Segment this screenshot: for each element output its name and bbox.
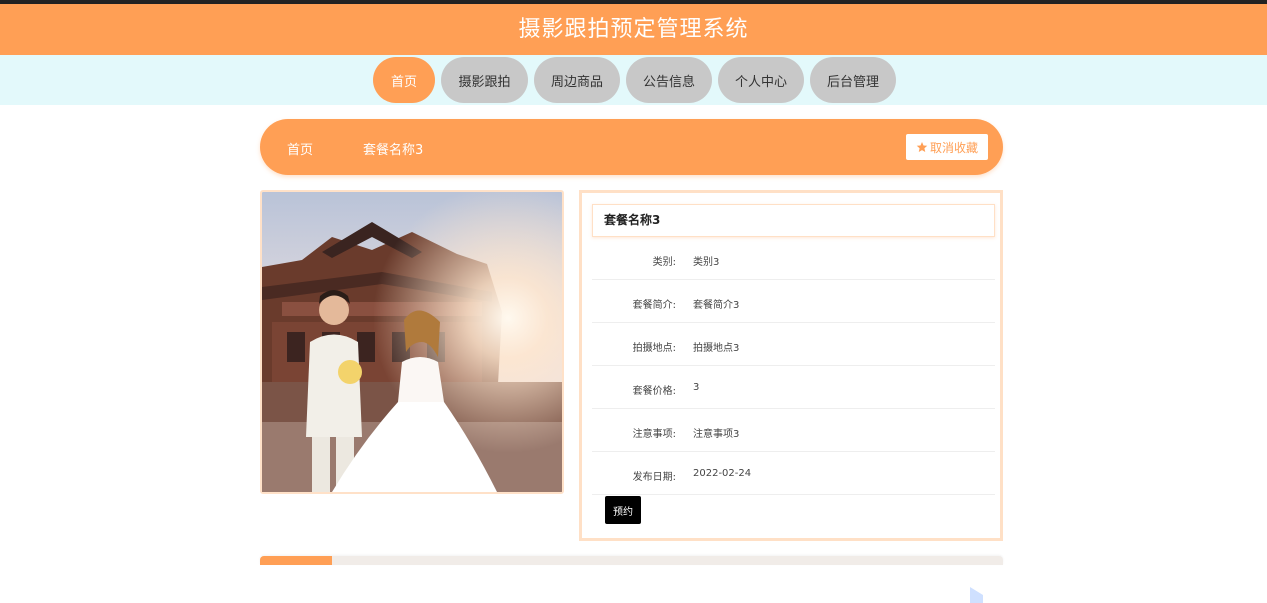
package-title: 套餐名称3 [592, 204, 995, 237]
site-title: 摄影跟拍预定管理系统 [518, 17, 749, 42]
nav-item-personal-center[interactable]: 个人中心 [718, 57, 804, 103]
star-icon [916, 142, 928, 152]
field-label: 拍摄地点: [632, 343, 676, 354]
field-label: 注意事项: [632, 429, 676, 440]
unfavorite-button[interactable]: 取消收藏 [906, 134, 988, 160]
detail-row-notes: 注意事项: 注意事项3 [592, 409, 995, 452]
package-photo [260, 190, 564, 494]
field-value: 类别3 [693, 257, 720, 268]
package-detail-panel: 套餐名称3 类别: 类别3 套餐简介: 套餐简介3 拍摄地点: 拍摄地点3 套餐… [579, 190, 1003, 541]
corner-fold-icon [970, 587, 983, 603]
unfavorite-label: 取消收藏 [929, 140, 978, 155]
nav-item-admin[interactable]: 后台管理 [810, 57, 896, 103]
detail-row-category: 类别: 类别3 [592, 237, 995, 280]
nav-item-home[interactable]: 首页 [373, 57, 435, 103]
field-label: 套餐简介: [632, 300, 676, 311]
active-tab-indicator[interactable] [260, 556, 332, 565]
detail-row-publish-date: 发布日期: 2022-02-24 [592, 452, 995, 495]
main-nav: 首页 摄影跟拍 周边商品 公告信息 个人中心 后台管理 [373, 57, 896, 103]
breadcrumb: 首页 套餐名称3 取消收藏 [260, 119, 1003, 175]
field-value: 3 [693, 382, 700, 393]
detail-row-intro: 套餐简介: 套餐简介3 [592, 280, 995, 323]
breadcrumb-home-link[interactable]: 首页 [287, 139, 313, 158]
breadcrumb-current: 套餐名称3 [363, 143, 424, 158]
field-label: 套餐价格: [632, 386, 676, 397]
field-label: 发布日期: [632, 472, 676, 483]
nav-item-merchandise[interactable]: 周边商品 [534, 57, 620, 103]
wedding-photo-image [262, 192, 562, 492]
content-tab-bar [260, 556, 1003, 565]
nav-item-photo-follow[interactable]: 摄影跟拍 [441, 57, 528, 103]
field-value: 拍摄地点3 [693, 343, 740, 354]
book-button[interactable]: 预约 [605, 496, 641, 524]
field-value: 套餐简介3 [693, 300, 740, 311]
field-value: 注意事项3 [693, 429, 740, 440]
field-label: 类别: [652, 257, 676, 268]
nav-bar: 首页 摄影跟拍 周边商品 公告信息 个人中心 后台管理 [0, 55, 1267, 105]
field-value: 2022-02-24 [693, 468, 752, 479]
nav-item-announcements[interactable]: 公告信息 [626, 57, 712, 103]
detail-row-location: 拍摄地点: 拍摄地点3 [592, 323, 995, 366]
detail-row-price: 套餐价格: 3 [592, 366, 995, 409]
site-header: 摄影跟拍预定管理系统 [0, 4, 1267, 55]
